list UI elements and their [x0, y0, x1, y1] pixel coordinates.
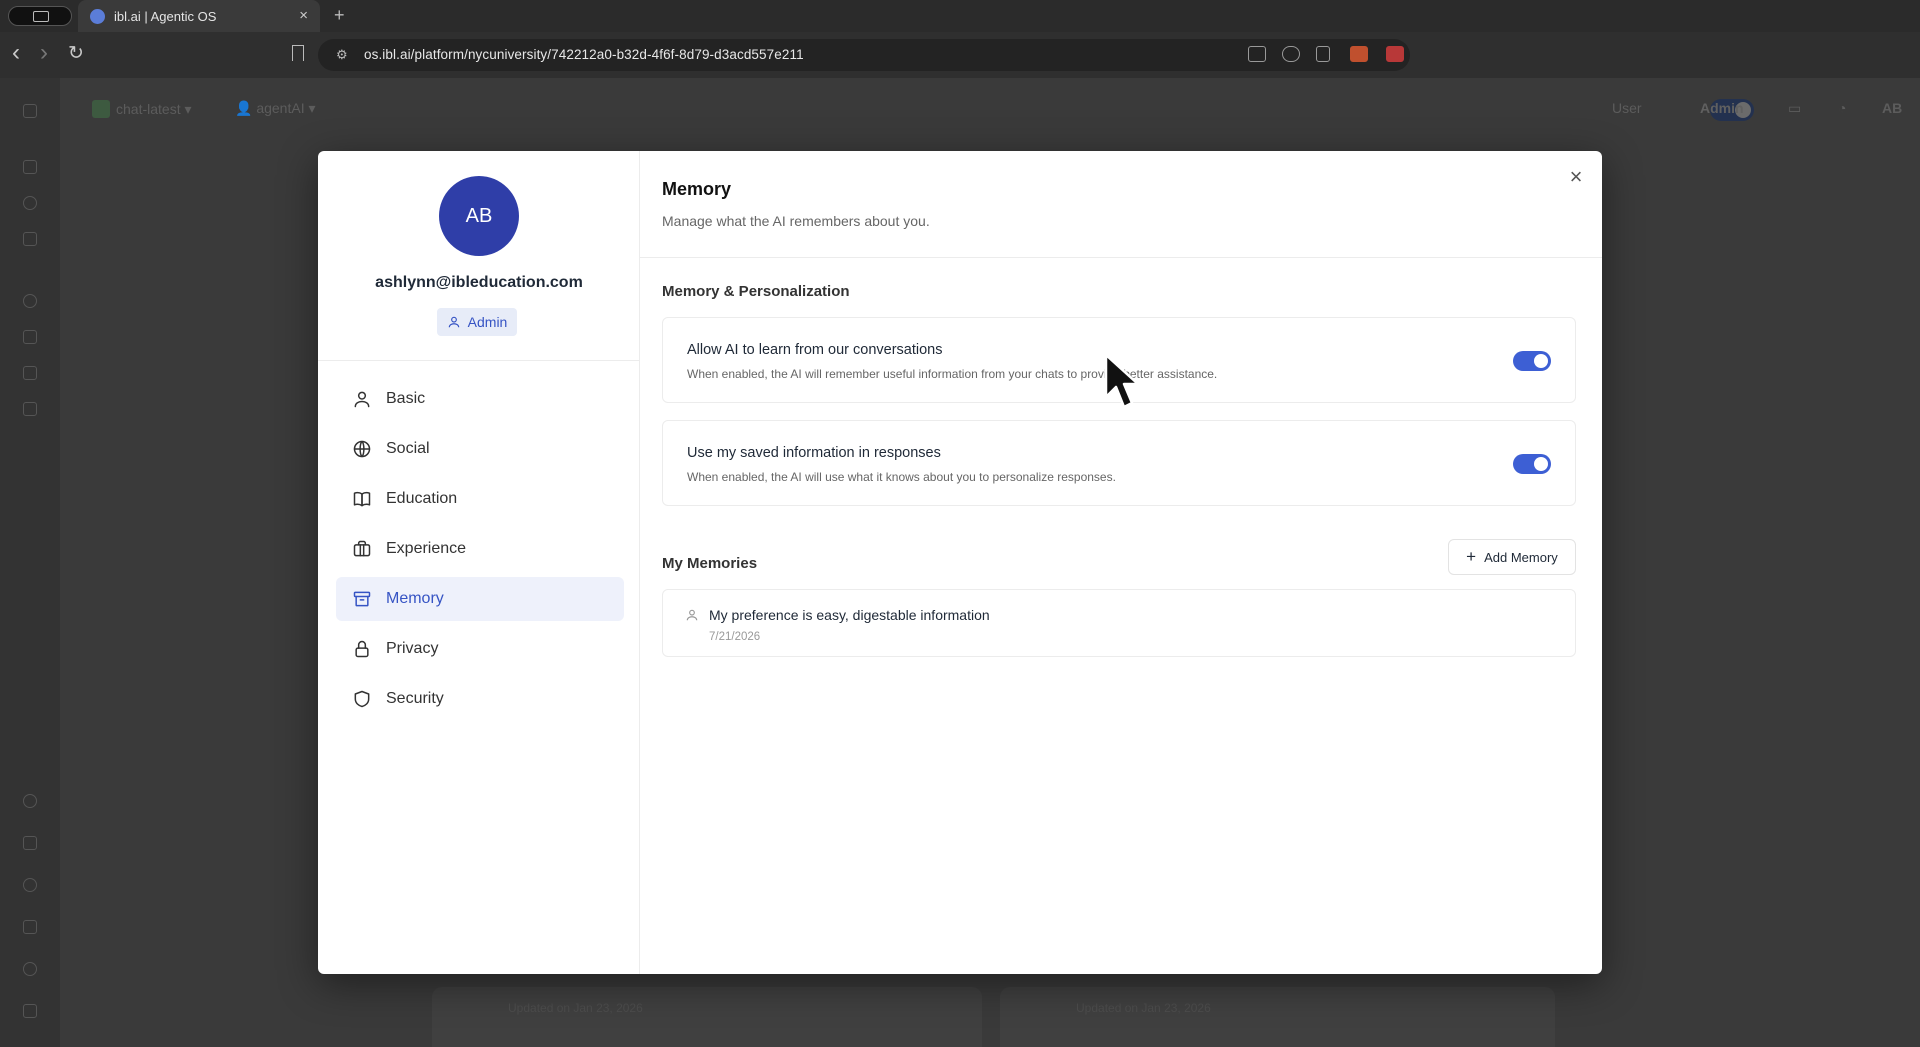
- tab-close-icon[interactable]: ×: [299, 7, 308, 24]
- panel-icon[interactable]: [23, 104, 37, 118]
- cast-icon[interactable]: [1248, 46, 1266, 62]
- nav-item-memory[interactable]: Memory: [336, 577, 624, 621]
- setting-label: Use my saved information in responses: [687, 445, 941, 461]
- user-icon: [354, 391, 370, 408]
- docs-icon[interactable]: [23, 1004, 37, 1018]
- model-logo-icon: [92, 100, 110, 118]
- app-header: chat-latest ▾ 👤 agentAI ▾ User Admin ▭ ◔…: [60, 78, 1920, 140]
- tab-title: ibl.ai | Agentic OS: [114, 9, 217, 24]
- user-icon: [448, 316, 459, 328]
- setting-use-saved-info: Use my saved information in responses Wh…: [662, 420, 1576, 506]
- briefcase-icon: [353, 540, 371, 557]
- address-bar[interactable]: ⚙ os.ibl.ai/platform/nycuniversity/74221…: [292, 39, 1410, 71]
- mode-user-label: User: [1612, 100, 1642, 116]
- user-icon: [686, 609, 698, 621]
- reload-icon[interactable]: ↻: [68, 42, 84, 65]
- memory-text: My preference is easy, digestable inform…: [709, 607, 990, 623]
- key-icon[interactable]: [23, 920, 37, 934]
- nav-item-privacy[interactable]: Privacy: [336, 627, 624, 671]
- mouse-cursor-icon: [1104, 353, 1140, 409]
- memory-panel: × Memory Manage what the AI remembers ab…: [640, 151, 1602, 974]
- chat-icon[interactable]: [23, 330, 37, 344]
- group-title: Memory & Personalization: [662, 283, 850, 300]
- new-tab-button[interactable]: +: [334, 5, 345, 26]
- nav-item-basic[interactable]: Basic: [336, 377, 624, 421]
- role-badge: Admin: [437, 308, 517, 336]
- add-memory-label: Add Memory: [1484, 549, 1558, 565]
- globe-icon: [353, 440, 371, 458]
- browser-tab-bar: ibl.ai | Agentic OS × +: [0, 0, 1920, 32]
- background-card: Updated on Jan 23, 2026: [432, 987, 982, 1047]
- nav-item-education[interactable]: Education: [336, 477, 624, 521]
- explore-icon[interactable]: [23, 196, 37, 210]
- role-label: Admin: [467, 314, 508, 330]
- add-memory-button[interactable]: + Add Memory: [1448, 539, 1576, 575]
- password-key-icon[interactable]: [1282, 46, 1300, 62]
- nav-item-security[interactable]: Security: [336, 677, 624, 721]
- mail-icon[interactable]: [23, 836, 37, 850]
- nav-item-experience[interactable]: Experience: [336, 527, 624, 571]
- nav-item-social[interactable]: Social: [336, 427, 624, 471]
- browser-toolbar: ‹ › ↻ ⚙ os.ibl.ai/platform/nycuniversity…: [0, 32, 1920, 96]
- agent-selector[interactable]: 👤 agentAI ▾: [235, 100, 316, 117]
- page-subtitle: Manage what the AI remembers about you.: [662, 213, 930, 229]
- nav-label: Experience: [386, 540, 467, 557]
- search-icon[interactable]: [23, 294, 37, 308]
- profile-email: ashlynn@ibleducation.com: [375, 274, 583, 291]
- site-info-icon[interactable]: ⚙: [336, 47, 348, 63]
- nav-label: Education: [386, 490, 458, 507]
- avatar: AB: [439, 176, 519, 256]
- list-item[interactable]: My preference is easy, digestable inform…: [662, 589, 1576, 657]
- folder-icon[interactable]: [23, 366, 37, 380]
- rewards-icon[interactable]: [1386, 46, 1404, 62]
- page-title: Memory: [662, 179, 732, 199]
- nav-label: Privacy: [386, 640, 439, 657]
- divider: [318, 360, 640, 361]
- back-icon[interactable]: ‹: [12, 39, 20, 67]
- browser-tab[interactable]: ibl.ai | Agentic OS ×: [78, 0, 320, 32]
- setting-label: Allow AI to learn from our conversations: [687, 342, 943, 358]
- brave-shield-icon[interactable]: [1350, 46, 1368, 62]
- memories-title: My Memories: [662, 555, 758, 572]
- link-icon[interactable]: [23, 232, 37, 246]
- close-icon[interactable]: ×: [1564, 165, 1588, 189]
- settings-icon[interactable]: [23, 962, 37, 976]
- model-selector[interactable]: chat-latest ▾: [92, 100, 192, 118]
- shield-icon: [354, 690, 370, 708]
- memory-date: 7/21/2026: [709, 631, 761, 643]
- site-favicon-icon: [90, 9, 105, 24]
- forward-icon[interactable]: ›: [40, 39, 48, 67]
- user-initials[interactable]: AB: [1882, 100, 1902, 116]
- learn-toggle[interactable]: [1513, 351, 1551, 371]
- profile-settings-modal: AB ashlynn@ibleducation.com Admin Basic …: [318, 151, 1602, 974]
- bell-icon[interactable]: [23, 794, 37, 808]
- bookmark-icon[interactable]: [292, 45, 304, 61]
- book-icon: [353, 491, 371, 507]
- saved-info-toggle[interactable]: [1513, 454, 1551, 474]
- new-chat-icon[interactable]: [23, 160, 37, 174]
- divider: [640, 257, 1602, 258]
- nav-label: Basic: [386, 390, 426, 407]
- url-text[interactable]: os.ibl.ai/platform/nycuniversity/742212a…: [364, 47, 804, 62]
- background-card: Updated on Jan 23, 2026: [1000, 987, 1555, 1047]
- analytics-icon[interactable]: [23, 402, 37, 416]
- left-rail: [0, 78, 60, 1047]
- notification-bell-icon[interactable]: ◔: [1838, 100, 1846, 116]
- share-icon[interactable]: [1316, 46, 1330, 62]
- nav-label: Social: [386, 440, 430, 457]
- archive-icon: [353, 591, 371, 607]
- archive-header-icon[interactable]: ▭: [1788, 100, 1801, 117]
- nav-label: Security: [386, 690, 444, 707]
- modal-sidebar: AB ashlynn@ibleducation.com Admin Basic …: [318, 151, 640, 974]
- users-icon[interactable]: [23, 878, 37, 892]
- plus-icon: +: [1466, 547, 1477, 566]
- mode-admin-label: Admin: [1700, 100, 1744, 116]
- setting-description: When enabled, the AI will use what it kn…: [687, 470, 1116, 484]
- sidebar-toggle-icon[interactable]: [8, 6, 72, 26]
- nav-label: Memory: [386, 590, 444, 607]
- lock-icon: [355, 640, 369, 658]
